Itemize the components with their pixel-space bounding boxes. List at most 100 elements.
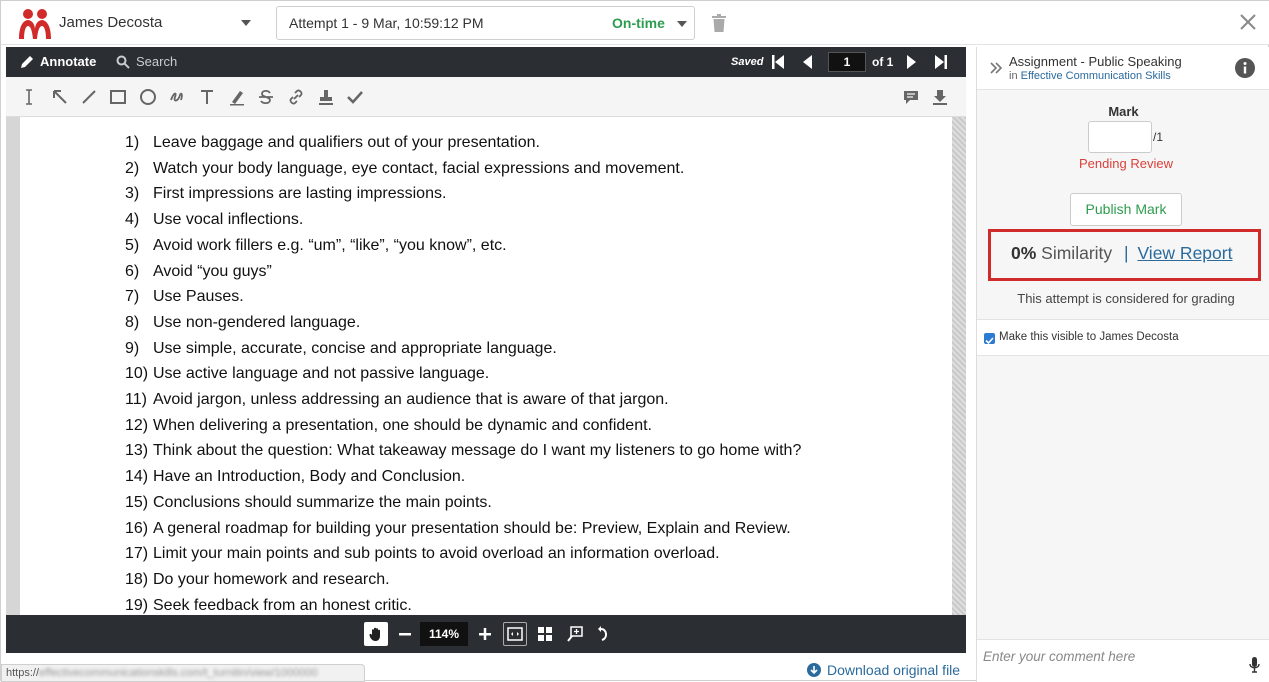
comment-placeholder: Enter your comment here bbox=[983, 649, 1136, 664]
list-item: 18) Do your homework and research. bbox=[125, 567, 801, 593]
zoom-in-button[interactable] bbox=[473, 622, 497, 646]
comment-input[interactable]: Enter your comment here bbox=[977, 639, 1269, 682]
viewer-header: Annotate Search Saved 1 of 1 bbox=[6, 47, 966, 77]
list-item-text: Limit your main points and sub points to… bbox=[153, 545, 720, 563]
list-item-text: A general roadmap for building your pres… bbox=[153, 519, 791, 537]
attempt-selector[interactable]: Attempt 1 - 9 Mar, 10:59:12 PM On-time bbox=[276, 6, 695, 40]
page-number-input[interactable]: 1 bbox=[828, 52, 866, 72]
annotation-toolbar bbox=[6, 77, 966, 117]
download-original-link[interactable]: Download original file bbox=[807, 662, 960, 678]
grading-panel: Assignment - Public Speaking in Effectiv… bbox=[976, 47, 1269, 682]
zoom-out-button[interactable] bbox=[393, 622, 417, 646]
list-item-text: Use simple, accurate, concise and approp… bbox=[153, 339, 557, 357]
chevron-down-icon[interactable] bbox=[241, 20, 251, 26]
arrow-icon[interactable] bbox=[51, 88, 69, 106]
freehand-icon[interactable] bbox=[168, 88, 186, 106]
list-item-text: Have an Introduction, Body and Conclusio… bbox=[153, 468, 466, 486]
list-item-number: 16) bbox=[125, 519, 149, 537]
student-selector[interactable]: James Decosta bbox=[59, 14, 162, 31]
last-page-icon[interactable] bbox=[935, 55, 947, 69]
rotate-button[interactable] bbox=[592, 622, 616, 646]
top-bar: James Decosta Attempt 1 - 9 Mar, 10:59:1… bbox=[1, 1, 1269, 45]
previous-page-icon[interactable] bbox=[803, 55, 812, 69]
pan-tool-button[interactable] bbox=[364, 622, 388, 646]
list-item-text: Use vocal inflections. bbox=[153, 211, 304, 229]
hand-icon bbox=[369, 627, 380, 641]
fit-width-icon bbox=[507, 627, 523, 641]
checkmark-icon bbox=[985, 337, 994, 345]
zoom-fit-button[interactable] bbox=[563, 622, 587, 646]
list-item-text: Avoid work fillers e.g. “um”, “like”, “y… bbox=[153, 236, 507, 254]
double-chevron-right-icon[interactable] bbox=[989, 61, 1003, 75]
view-report-link[interactable]: View Report bbox=[1137, 243, 1232, 263]
list-item-text: Use active language and not passive lang… bbox=[153, 365, 490, 383]
zoom-level[interactable]: 114% bbox=[420, 622, 468, 646]
link-icon[interactable] bbox=[287, 88, 305, 106]
similarity-separator: | bbox=[1124, 243, 1129, 263]
next-page-icon[interactable] bbox=[907, 55, 916, 69]
fit-width-button[interactable] bbox=[503, 622, 527, 646]
list-item: 12) When delivering a presentation, one s… bbox=[125, 413, 801, 439]
list-item-number: 11) bbox=[125, 391, 147, 409]
list-item: 9) Use simple, accurate, concise and appr… bbox=[125, 336, 801, 362]
list-item-text: Avoid jargon, unless addressing an audie… bbox=[153, 391, 669, 409]
visibility-row: Make this visible to James Decosta bbox=[977, 320, 1269, 356]
ellipse-icon[interactable] bbox=[139, 88, 157, 106]
close-icon[interactable] bbox=[1237, 11, 1259, 33]
list-item-text: Seek feedback from an honest critic. bbox=[153, 596, 412, 614]
similarity-percent: 0% bbox=[1011, 243, 1037, 263]
first-page-icon[interactable] bbox=[772, 55, 784, 69]
list-item: 13) Think about the question: What takeaw… bbox=[125, 438, 801, 464]
list-item-text: When delivering a presentation, one shou… bbox=[153, 416, 652, 434]
status-url-blurred: effectivecommunicationskills.com/t_turni… bbox=[39, 667, 318, 679]
strikethrough-icon[interactable] bbox=[257, 88, 275, 106]
list-item-text: Do your homework and research. bbox=[153, 570, 390, 588]
in-label: in bbox=[1009, 70, 1018, 82]
app-logo bbox=[19, 9, 51, 39]
minus-icon bbox=[399, 633, 411, 636]
list-item-text: Think about the question: What takeaway … bbox=[153, 442, 802, 460]
stamp-icon[interactable] bbox=[317, 88, 335, 106]
comment-icon[interactable] bbox=[902, 88, 920, 106]
list-item: 8) Use non-gendered language. bbox=[125, 310, 801, 336]
assignment-course: in Effective Communication Skills bbox=[1009, 70, 1171, 82]
mark-section: Mark /1 Pending Review Publish Mark 0% S… bbox=[977, 90, 1269, 320]
list-item-number: 15) bbox=[125, 493, 149, 511]
document-page: 1) Leave baggage and qualifiers out of yo… bbox=[20, 117, 952, 615]
highlighter-icon[interactable] bbox=[228, 88, 246, 106]
list-item-text: Use non-gendered language. bbox=[153, 313, 361, 331]
line-icon[interactable] bbox=[80, 88, 98, 106]
list-item-number: 5) bbox=[125, 236, 140, 254]
browser-status-url: https://effectivecommunicationskills.com… bbox=[1, 664, 365, 682]
microphone-icon[interactable] bbox=[1249, 657, 1260, 673]
checkmark-icon[interactable] bbox=[346, 88, 364, 106]
document-viewport[interactable]: 1) Leave baggage and qualifiers out of yo… bbox=[6, 117, 966, 615]
list-item: 15) Conclusions should summarize the main… bbox=[125, 490, 801, 516]
annotate-button[interactable]: Annotate bbox=[20, 54, 96, 69]
rectangle-icon[interactable] bbox=[109, 88, 127, 106]
download-circle-icon bbox=[807, 663, 821, 677]
search-label: Search bbox=[136, 54, 178, 69]
visible-checkbox[interactable] bbox=[984, 333, 995, 345]
annotate-label: Annotate bbox=[40, 54, 97, 69]
download-label: Download original file bbox=[827, 662, 961, 678]
search-button[interactable]: Search bbox=[116, 54, 177, 69]
course-link[interactable]: Effective Communication Skills bbox=[1021, 70, 1171, 82]
grid-view-button[interactable] bbox=[533, 622, 557, 646]
info-icon[interactable] bbox=[1235, 58, 1255, 78]
list-item-number: 14) bbox=[125, 468, 149, 486]
trash-icon[interactable] bbox=[712, 14, 726, 32]
list-item-text: Leave baggage and qualifiers out of your… bbox=[153, 134, 540, 151]
download-icon[interactable] bbox=[931, 88, 949, 106]
publish-mark-button[interactable]: Publish Mark bbox=[1070, 193, 1182, 226]
text-icon[interactable] bbox=[198, 88, 216, 106]
list-item: 5) Avoid work fillers e.g. “um”, “like”, … bbox=[125, 233, 801, 259]
document-scrollbar[interactable] bbox=[952, 117, 966, 615]
mark-out-of: /1 bbox=[1153, 130, 1164, 144]
list-item-number: 10) bbox=[125, 365, 149, 383]
list-item-number: 19) bbox=[125, 596, 149, 614]
mark-input[interactable] bbox=[1088, 121, 1152, 153]
text-cursor-icon[interactable] bbox=[20, 88, 38, 106]
list-item-number: 8) bbox=[125, 313, 140, 331]
page-total: of 1 bbox=[872, 55, 894, 69]
